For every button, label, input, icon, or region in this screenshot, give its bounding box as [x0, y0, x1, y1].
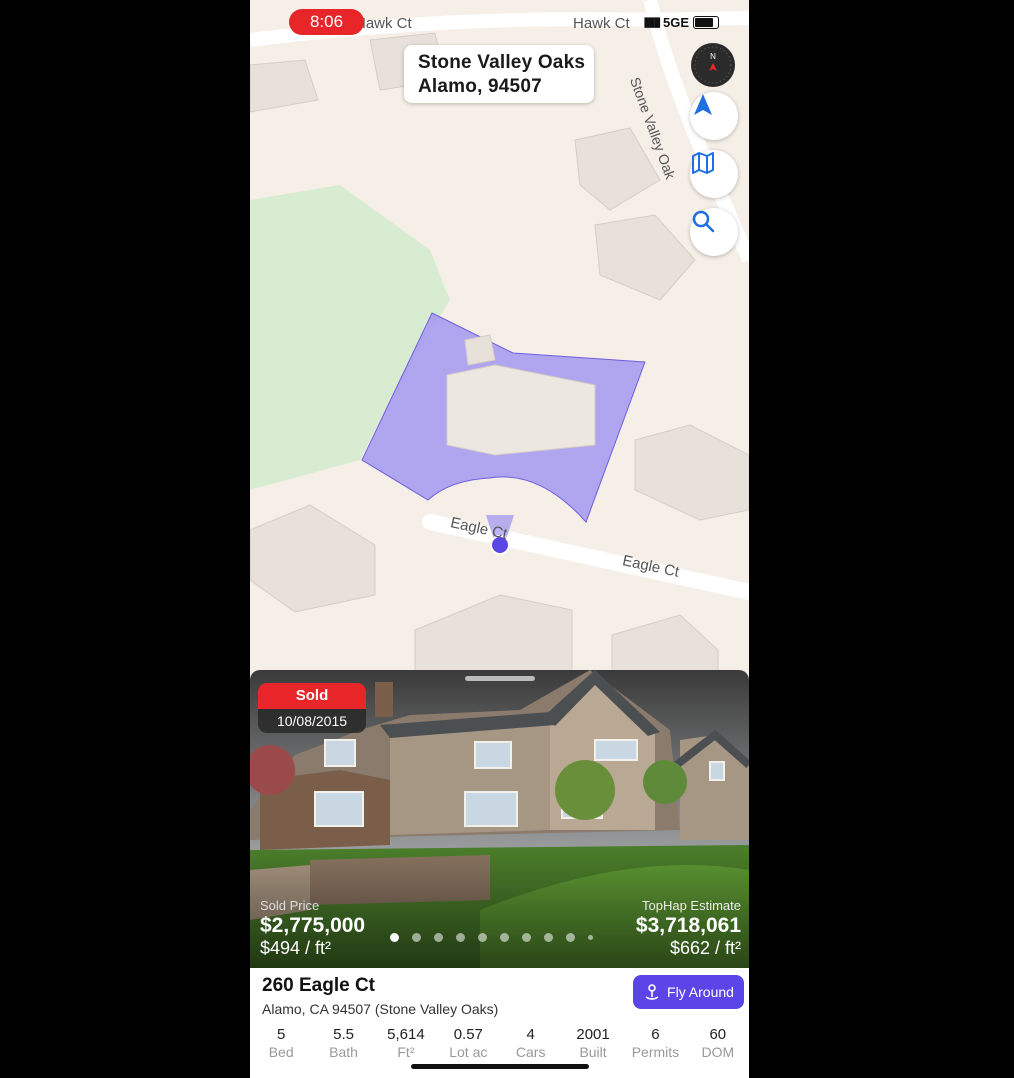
- page-dot[interactable]: [412, 933, 421, 942]
- stat-value: 2001: [576, 1026, 610, 1043]
- status-badge: Sold: [258, 683, 366, 709]
- estimate-label: TopHap Estimate: [642, 898, 741, 913]
- stat-value: 4: [526, 1026, 535, 1043]
- stat-permits: 6 Permits: [624, 1026, 686, 1060]
- map-view[interactable]: Hawk Ct Hawk Ct Stone Valley Oak Eagle C…: [250, 0, 749, 672]
- map-layers-button[interactable]: [690, 150, 738, 198]
- search-icon: [692, 210, 715, 233]
- compass-icon[interactable]: N: [691, 43, 735, 87]
- stat-label: DOM: [701, 1044, 735, 1060]
- stat-label: Bed: [268, 1044, 294, 1060]
- stat-cars: 4 Cars: [500, 1026, 562, 1060]
- estimate-price: $3,718,061: [635, 914, 741, 937]
- page-dot[interactable]: [456, 933, 465, 942]
- sold-date: 10/08/2015: [258, 709, 366, 733]
- signal-icon: ▮▮▮: [643, 14, 662, 29]
- stat-value: 60: [709, 1026, 727, 1043]
- location-callout[interactable]: Stone Valley Oaks Alamo, 94507: [404, 45, 594, 103]
- stat-bed: 5 Bed: [250, 1026, 312, 1060]
- drone-icon: [645, 984, 659, 1000]
- fly-around-label: Fly Around: [667, 984, 734, 1000]
- stat-sqft: 5,614 Ft²: [375, 1026, 437, 1060]
- page-dot[interactable]: [544, 933, 553, 942]
- stat-value: 5: [277, 1026, 286, 1043]
- property-address: 260 Eagle Ct: [262, 975, 375, 996]
- page-dot[interactable]: [478, 933, 487, 942]
- stat-value: 5,614: [387, 1026, 425, 1043]
- page-dot[interactable]: [390, 933, 399, 942]
- map-icon: [692, 152, 714, 174]
- page-dot[interactable]: [588, 935, 593, 940]
- stat-label: Bath: [329, 1044, 358, 1060]
- status-time: 8:06: [289, 9, 364, 35]
- property-subaddress: Alamo, CA 94507 (Stone Valley Oaks): [262, 1001, 499, 1017]
- home-indicator[interactable]: [411, 1064, 589, 1069]
- stat-label: Ft²: [397, 1044, 415, 1060]
- page-dot[interactable]: [566, 933, 575, 942]
- stat-label: Lot ac: [449, 1044, 488, 1060]
- road-label-hawk-2: Hawk Ct: [573, 15, 630, 32]
- svg-text:N: N: [710, 52, 716, 61]
- stat-bath: 5.5 Bath: [312, 1026, 374, 1060]
- search-button[interactable]: [690, 208, 738, 256]
- sheet-drag-handle[interactable]: [465, 676, 535, 681]
- estimate-price-per-sqft: $662 / ft²: [669, 938, 741, 958]
- location-arrow-icon: [694, 94, 712, 115]
- property-photo[interactable]: Sold 10/08/2015 Sold Price $2,775,000 $4…: [250, 670, 749, 968]
- page-dot[interactable]: [434, 933, 443, 942]
- photo-pagination[interactable]: [390, 933, 593, 942]
- page-dot[interactable]: [522, 933, 531, 942]
- sold-price-per-sqft: $494 / ft²: [260, 938, 332, 958]
- sold-price-label: Sold Price: [260, 898, 320, 913]
- sold-price: $2,775,000: [260, 914, 366, 937]
- stat-value: 6: [651, 1026, 660, 1043]
- battery-icon: [693, 15, 719, 29]
- property-sheet[interactable]: Sold 10/08/2015 Sold Price $2,775,000 $4…: [250, 670, 749, 1078]
- location-button[interactable]: [690, 92, 738, 140]
- network-label: 5GE: [662, 14, 689, 30]
- callout-city: Alamo, 94507: [418, 76, 542, 97]
- status-indicators: ▮▮▮ 5GE: [644, 14, 719, 30]
- fly-around-button[interactable]: Fly Around: [633, 975, 744, 1009]
- stat-lot: 0.57 Lot ac: [437, 1026, 499, 1060]
- callout-neighborhood: Stone Valley Oaks: [418, 52, 586, 73]
- stat-dom: 60 DOM: [687, 1026, 749, 1060]
- stat-value: 5.5: [333, 1026, 354, 1043]
- page-dot[interactable]: [500, 933, 509, 942]
- stat-built: 2001 Built: [562, 1026, 624, 1060]
- stat-value: 0.57: [453, 1026, 483, 1043]
- phone-screen: Hawk Ct Hawk Ct Stone Valley Oak Eagle C…: [250, 0, 749, 1078]
- stat-label: Permits: [631, 1044, 680, 1060]
- property-stats: 5 Bed 5.5 Bath 5,614 Ft² 0.57 Lot ac 4 Cars 2…: [250, 1026, 749, 1060]
- stat-label: Built: [579, 1044, 607, 1060]
- stat-label: Cars: [515, 1044, 546, 1060]
